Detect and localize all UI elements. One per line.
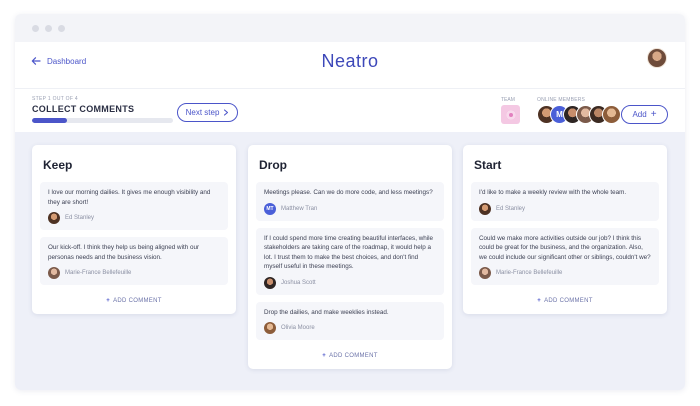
author-avatar	[479, 267, 491, 279]
author-avatar	[48, 267, 60, 279]
step-counter: STEP 1 OUT OF 4	[32, 96, 78, 102]
add-member-label: Add	[632, 110, 647, 119]
comment-card[interactable]: If I could spend more time creating beau…	[256, 227, 444, 295]
comment-text: Our kick-off. I think they help us being…	[48, 244, 200, 261]
comment-author: Ed Stanley	[48, 212, 220, 224]
plus-icon: +	[537, 298, 542, 304]
add-comment-label: ADD COMMENT	[113, 298, 162, 304]
window-control-dot[interactable]	[45, 25, 52, 32]
comment-author: Olivia Moore	[264, 322, 436, 334]
comment-text: If I could spend more time creating beau…	[264, 234, 434, 271]
step-progress-bar	[32, 118, 173, 123]
team-avatar[interactable]	[501, 105, 520, 124]
app-window: Dashboard Neatro STEP 1 OUT OF 4 COLLECT…	[15, 14, 685, 390]
author-avatar	[264, 322, 276, 334]
column-keep: Keep I love our morning dailies. It give…	[32, 145, 236, 314]
author-name: Ed Stanley	[65, 215, 95, 221]
add-comment-button[interactable]: + ADD COMMENT	[40, 292, 228, 314]
plus-icon: +	[650, 108, 657, 120]
author-avatar	[48, 212, 60, 224]
window-control-dot[interactable]	[58, 25, 65, 32]
comment-author: Marie-France Bellefeuille	[48, 267, 220, 279]
author-avatar	[479, 202, 491, 215]
column-title: Keep	[43, 158, 73, 172]
retro-board: Keep I love our morning dailies. It give…	[15, 132, 685, 390]
comment-card[interactable]: Our kick-off. I think they help us being…	[40, 237, 228, 285]
member-initial: M	[556, 110, 563, 119]
comment-text: I'd like to make a weekly review with th…	[479, 189, 627, 196]
team-label: TEAM	[501, 97, 515, 103]
plus-icon: +	[322, 353, 327, 359]
comment-card[interactable]: Could we make more activities outside ou…	[471, 227, 659, 285]
comment-text: I love our morning dailies. It gives me …	[48, 189, 211, 206]
comment-card[interactable]: Drop the dailies, and make weeklies inst…	[256, 301, 444, 340]
plus-icon: +	[106, 298, 111, 304]
brand-logo: Neatro	[321, 51, 379, 71]
add-comment-button[interactable]: + ADD COMMENT	[471, 292, 659, 314]
step-title: COLLECT COMMENTS	[32, 104, 135, 114]
member-avatar[interactable]	[602, 105, 621, 124]
author-name: Marie-France Bellefeuille	[496, 270, 563, 276]
window-titlebar	[15, 14, 685, 42]
current-user-avatar[interactable]	[647, 48, 667, 68]
column-drop: Drop Meetings please. Can we do more cod…	[248, 145, 452, 369]
author-name: Matthew Tran	[281, 205, 318, 212]
comment-card[interactable]: I love our morning dailies. It gives me …	[40, 182, 228, 230]
next-step-button[interactable]: Next step	[177, 103, 238, 122]
add-member-button[interactable]: Add +	[621, 105, 668, 124]
next-step-label: Next step	[185, 108, 220, 117]
column-title: Start	[474, 158, 502, 172]
online-members-label: ONLINE MEMBERS	[537, 97, 586, 103]
add-comment-label: ADD COMMENT	[544, 298, 593, 304]
top-header: Dashboard Neatro	[15, 42, 685, 88]
comment-card[interactable]: Meetings please. Can we do more code, an…	[256, 182, 444, 221]
comment-author: Joshua Scott	[264, 276, 436, 289]
comment-author: Ed Stanley	[479, 202, 651, 215]
comment-text: Could we make more activities outside ou…	[479, 234, 651, 261]
chevron-right-icon	[224, 109, 229, 116]
step-bar: STEP 1 OUT OF 4 COLLECT COMMENTS Next st…	[15, 88, 685, 132]
author-avatar: MT	[264, 202, 276, 215]
comment-author: MT Matthew Tran	[264, 202, 436, 215]
author-avatar	[264, 276, 276, 289]
add-comment-button[interactable]: + ADD COMMENT	[256, 347, 444, 369]
comment-author: Marie-France Bellefeuille	[479, 267, 651, 279]
column-start: Start I'd like to make a weekly review w…	[463, 145, 667, 314]
author-name: Joshua Scott	[281, 279, 316, 286]
add-comment-label: ADD COMMENT	[329, 353, 378, 359]
author-name: Olivia Moore	[281, 325, 315, 331]
author-name: Ed Stanley	[496, 205, 526, 212]
author-name: Marie-France Bellefeuille	[65, 270, 132, 276]
team-logo-icon	[505, 109, 516, 120]
window-control-dot[interactable]	[32, 25, 39, 32]
comment-card[interactable]: I'd like to make a weekly review with th…	[471, 182, 659, 221]
step-progress-fill	[32, 118, 68, 123]
column-title: Drop	[259, 158, 287, 172]
comment-text: Drop the dailies, and make weeklies inst…	[264, 308, 389, 316]
comment-text: Meetings please. Can we do more code, an…	[264, 189, 433, 196]
